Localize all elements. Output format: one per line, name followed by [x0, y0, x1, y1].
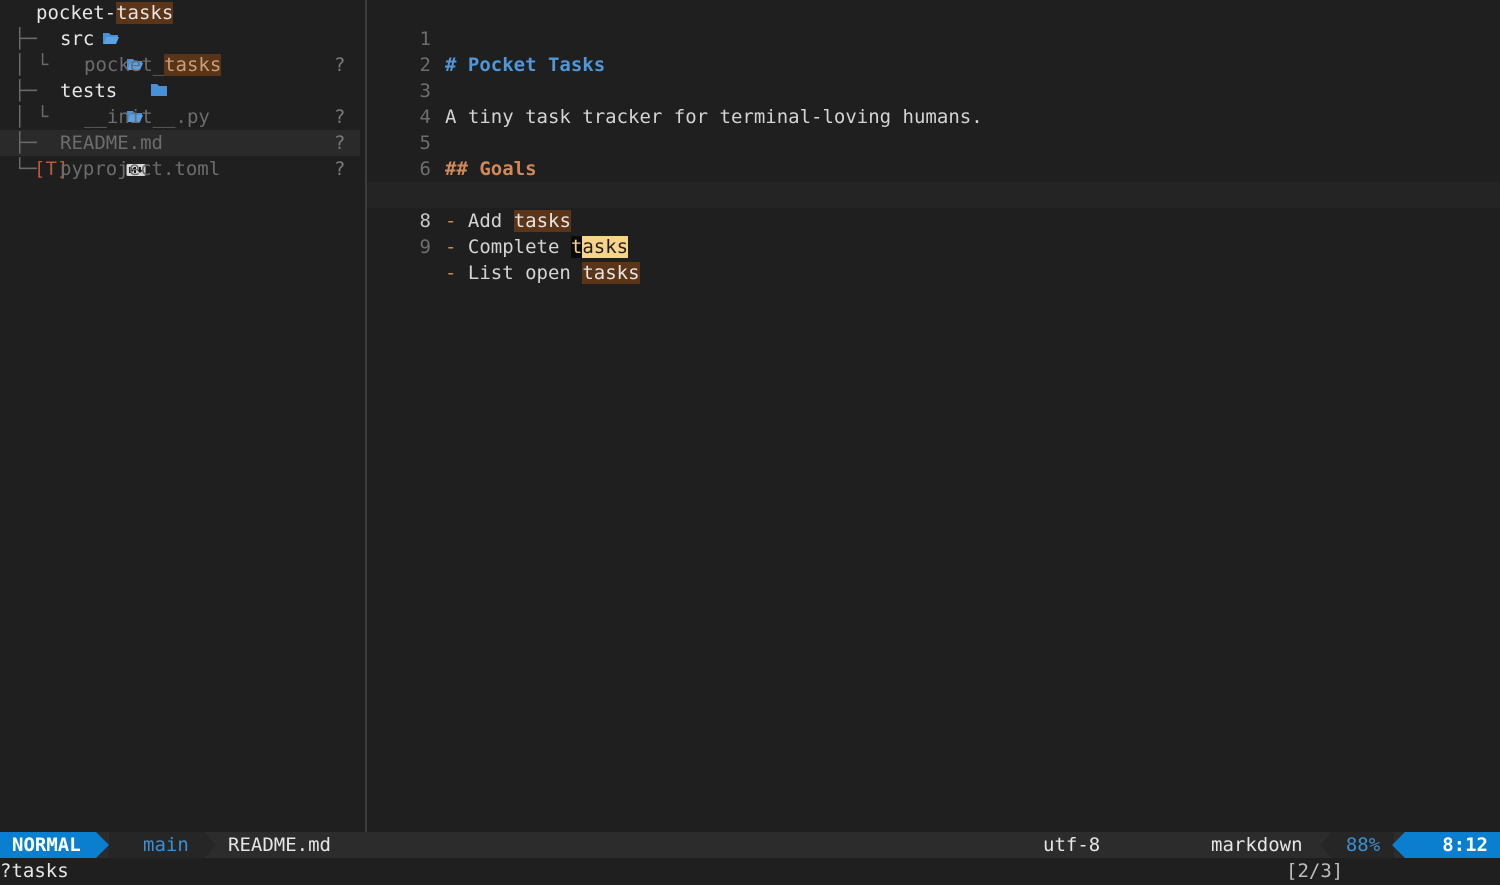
tree-item-init-py[interactable]: │ └ __init__.py ?: [0, 104, 360, 152]
tree-item-tests[interactable]: ├─ tests: [0, 78, 360, 122]
editor-line-2[interactable]: 2: [367, 26, 1500, 76]
git-status-untracked: ?: [334, 54, 346, 76]
editor-line-6[interactable]: 6: [367, 130, 1500, 180]
tree-root-item[interactable]: pocket-tasks: [0, 0, 360, 44]
command-line[interactable]: ?tasks [2/3]: [0, 858, 1500, 885]
tree-item-label-text: pocket_: [84, 54, 165, 76]
editor-line-7[interactable]: 7 - Add tasks: [367, 156, 1500, 232]
scroll-percent: 88%: [1332, 832, 1394, 858]
tree-item-pyproject[interactable]: └─ [T] pyproject.toml ?: [0, 156, 360, 182]
editor-line-1[interactable]: 1 # Pocket Tasks: [367, 0, 1500, 76]
list-bullet: -: [445, 236, 457, 258]
git-status-untracked: ?: [334, 158, 346, 180]
tree-item-label: pocket_tasks: [84, 52, 222, 78]
powerline-separator: [96, 832, 109, 858]
git-status-untracked: ?: [334, 132, 346, 154]
git-branch-name: main: [143, 834, 189, 856]
tree-item-label: __init__.py: [84, 106, 210, 128]
toml-icon: [T]: [34, 158, 69, 180]
mode-indicator: NORMAL: [0, 832, 96, 858]
tree-guide: │ └: [14, 106, 49, 128]
file-encoding: utf-8: [1043, 834, 1101, 856]
editor-buffer[interactable]: 1 # Pocket Tasks 2 3 A tiny task tracker…: [367, 0, 1500, 832]
list-text: Complete: [467, 236, 560, 258]
editor-line-3[interactable]: 3 A tiny task tracker for terminal-lovin…: [367, 52, 1500, 128]
powerline-separator: [1392, 832, 1405, 858]
search-command: ?tasks: [0, 860, 69, 882]
tree-item-pocket-tasks[interactable]: │ └ pocket_tasks ?: [0, 52, 360, 96]
file-type: markdown: [1211, 834, 1303, 856]
tree-item-src[interactable]: ├─ src: [0, 26, 360, 70]
text-cursor: t: [570, 236, 583, 258]
cursor-position: 8:12: [1405, 832, 1500, 858]
tree-item-label: README.md: [60, 132, 163, 154]
tree-guide: │ └: [14, 54, 49, 76]
tree-root-label: pocket-tasks: [36, 0, 174, 26]
editor-line-5[interactable]: 5 ## Goals: [367, 104, 1500, 180]
git-status-untracked: ?: [334, 106, 346, 128]
line-number: 9: [419, 236, 431, 258]
editor-line-8[interactable]: 8 - Complete tasks: [367, 182, 1500, 258]
tree-item-readme[interactable]: ├─ README.md ?: [0, 130, 360, 176]
tree-root-label-text: pocket-: [36, 2, 117, 24]
tree-item-label: pyproject.toml: [60, 158, 221, 180]
line-text: - List open tasks: [445, 260, 640, 286]
search-match-count: [2/3]: [1286, 860, 1344, 882]
tree-item-label-match: tasks: [164, 54, 222, 76]
list-bullet: -: [445, 262, 457, 284]
powerline-separator: [205, 832, 216, 858]
tree-item-label: tests: [60, 80, 118, 102]
current-search-match: asks: [582, 236, 629, 258]
editor-window: pocket-tasks ├─ src │ └ pocket_tasks ? ├…: [0, 0, 1500, 885]
status-line: NORMAL main README.md utf-8 markdown 88%…: [0, 832, 1500, 884]
editor-line-9[interactable]: 9 - List open tasks: [367, 208, 1500, 284]
tree-item-label: src: [60, 28, 95, 50]
line-text: - Complete tasks: [445, 234, 629, 260]
status-filename: README.md: [228, 834, 331, 856]
file-tree: pocket-tasks ├─ src │ └ pocket_tasks ? ├…: [0, 0, 365, 832]
powerline-separator: [1320, 832, 1332, 858]
tree-root-label-match: tasks: [116, 2, 174, 24]
git-branch-segment: main: [109, 832, 222, 881]
search-match: tasks: [582, 262, 640, 284]
list-text: List open: [467, 262, 571, 284]
editor-line-4[interactable]: 4: [367, 78, 1500, 128]
